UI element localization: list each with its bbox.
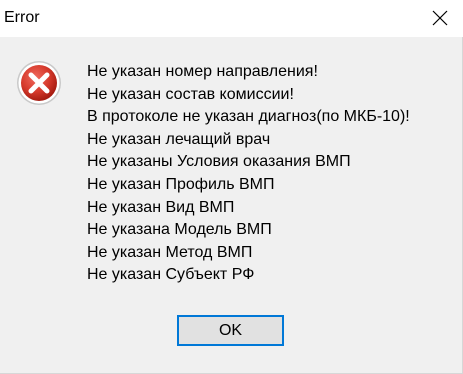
error-message: Не указан Профиль ВМП <box>87 175 275 193</box>
error-message: Не указан состав комиссии! <box>87 85 294 103</box>
error-message: Не указан Субъект РФ <box>87 266 255 284</box>
window-title: Error <box>4 9 40 26</box>
title-bar: Error <box>0 0 463 37</box>
error-message-list: Не указан номер направления! Не указан с… <box>87 61 410 287</box>
error-message: Не указан Метод ВМП <box>87 243 253 261</box>
error-message: Не указаны Условия оказания ВМП <box>87 153 351 171</box>
close-button[interactable] <box>417 0 463 36</box>
error-message: В протоколе не указан диагноз(по МКБ-10)… <box>87 108 410 126</box>
error-message: Не указан номер направления! <box>87 63 318 80</box>
ok-button[interactable]: OK <box>177 315 284 346</box>
error-icon <box>17 61 61 105</box>
error-message: Не указан лечащий врач <box>87 130 271 148</box>
dialog-body: Не указан номер направления! Не указан с… <box>0 37 463 374</box>
error-dialog: Error Не указан номер направления! Не ук… <box>0 0 463 374</box>
error-message: Не указан Вид ВМП <box>87 198 235 216</box>
close-icon <box>432 10 448 26</box>
error-message: Не указана Модель ВМП <box>87 221 272 239</box>
